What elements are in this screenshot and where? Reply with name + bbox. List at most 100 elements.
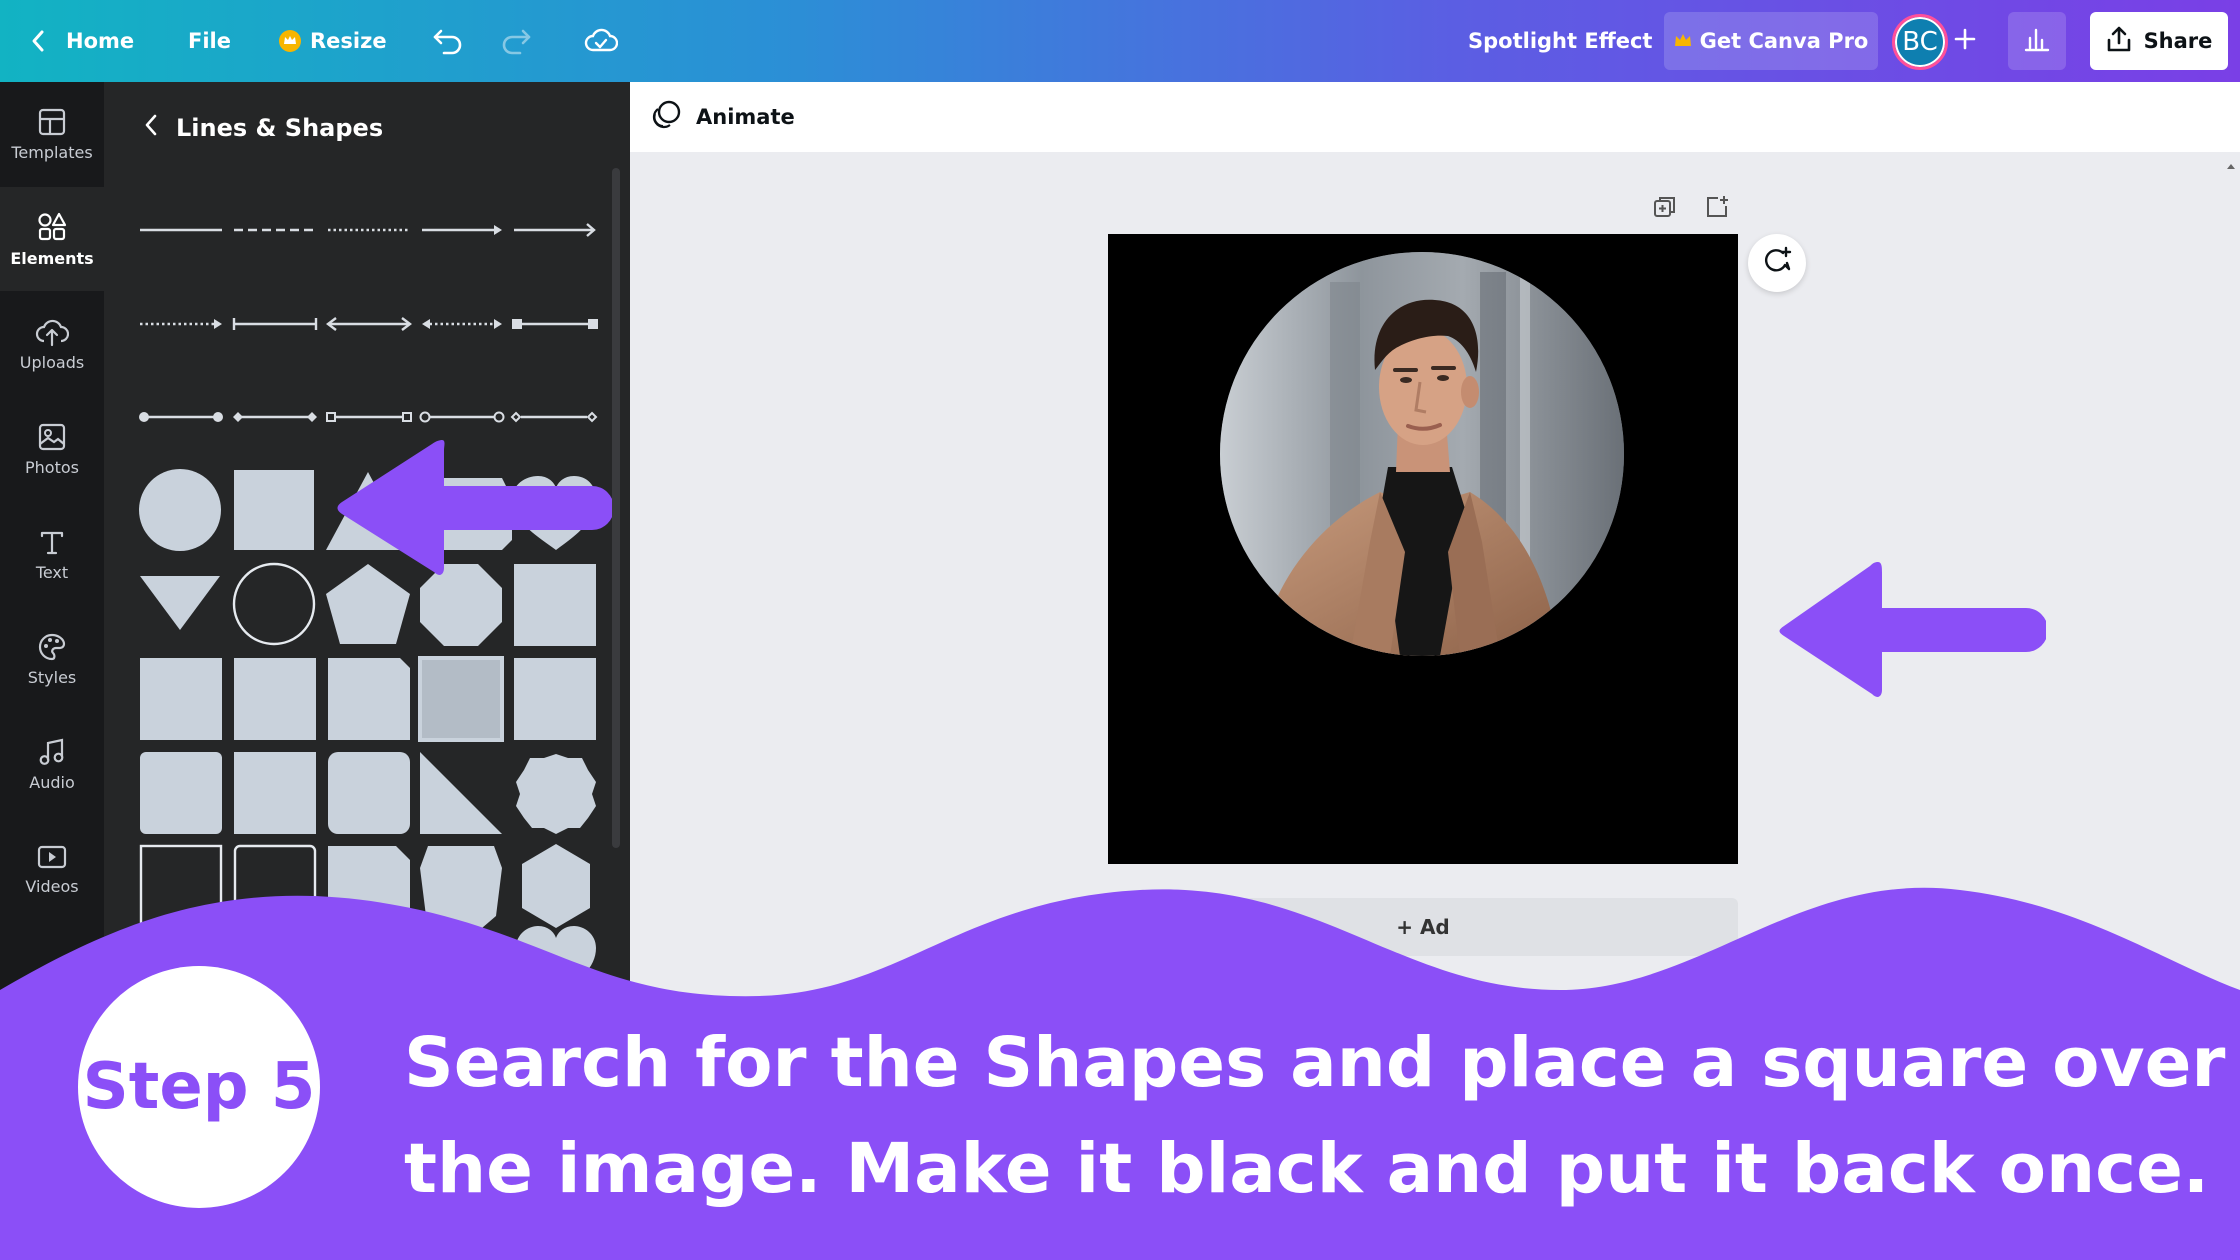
- comment-button[interactable]: [1748, 234, 1806, 292]
- line-open-arrow[interactable]: [514, 223, 596, 237]
- panel-back-button[interactable]: Lines & Shapes: [144, 108, 383, 148]
- avatar[interactable]: BC: [1892, 14, 1948, 70]
- crown-icon: [1674, 29, 1692, 53]
- panel-title: Lines & Shapes: [176, 114, 384, 142]
- shape-square-6[interactable]: [234, 752, 316, 834]
- elements-icon: [36, 211, 68, 243]
- rail-item-label: Templates: [11, 142, 93, 162]
- chevron-left-icon: [144, 113, 158, 143]
- videos-icon: [36, 843, 68, 871]
- line-arrow[interactable]: [422, 225, 502, 235]
- shape-folded-square[interactable]: [328, 658, 410, 740]
- save-status-button[interactable]: [584, 0, 618, 82]
- pointer-arrow-panel: [337, 440, 612, 575]
- templates-icon: [37, 107, 67, 137]
- avatar-initials: BC: [1902, 27, 1938, 57]
- shape-badge[interactable]: [516, 754, 596, 834]
- instruction-caption: Search for the Shapes and place a square…: [404, 1010, 2225, 1222]
- portrait-image: [1220, 252, 1624, 656]
- share-label: Share: [2143, 29, 2213, 53]
- home-label: Home: [66, 29, 135, 53]
- rail-item-elements[interactable]: Elements: [0, 187, 104, 291]
- undo-icon: [432, 27, 464, 55]
- redo-button[interactable]: [500, 0, 532, 82]
- resize-label: Resize: [310, 29, 387, 53]
- caption-line-2: the image. Make it black and put it back…: [404, 1129, 2210, 1209]
- text-icon: [37, 527, 67, 557]
- home-button[interactable]: Home: [30, 0, 134, 82]
- line-dotted-double-arrow[interactable]: [422, 319, 502, 329]
- rail-item-audio[interactable]: Audio: [0, 712, 104, 816]
- line-open-circle-ends[interactable]: [419, 411, 505, 423]
- add-page-icon-button[interactable]: [1702, 194, 1732, 224]
- rail-item-text[interactable]: Text: [0, 502, 104, 606]
- file-menu-button[interactable]: File: [188, 0, 231, 82]
- panel-scrollbar[interactable]: [612, 168, 620, 848]
- line-open-diamond-ends[interactable]: [510, 411, 598, 423]
- bar-chart-icon: [2023, 26, 2051, 57]
- shape-square[interactable]: [234, 470, 314, 550]
- rail-item-label: Styles: [27, 667, 77, 687]
- undo-button[interactable]: [432, 0, 464, 82]
- shape-inverted-triangle[interactable]: [140, 576, 220, 630]
- shape-square-3[interactable]: [140, 658, 222, 740]
- canva-editor-screen: Home File Resize Spotlight Effect Get Ca…: [0, 0, 2240, 1260]
- animate-button[interactable]: Animate: [650, 99, 795, 136]
- rail-item-templates[interactable]: Templates: [0, 82, 104, 186]
- shape-right-triangle[interactable]: [420, 752, 502, 834]
- line-bar-ends[interactable]: [232, 318, 318, 330]
- share-button[interactable]: Share: [2090, 12, 2228, 70]
- shape-circle[interactable]: [139, 469, 221, 551]
- add-page-icon: [1704, 194, 1730, 224]
- shape-framed-square[interactable]: [418, 656, 504, 742]
- line-dot-ends[interactable]: [139, 412, 223, 422]
- design-title-text: Spotlight Effect: [1468, 29, 1653, 53]
- rail-item-label: Text: [35, 562, 69, 582]
- line-dotted-arrow[interactable]: [140, 319, 222, 329]
- share-upload-icon: [2106, 25, 2132, 58]
- insights-button[interactable]: [2008, 12, 2066, 70]
- animate-icon: [650, 99, 682, 136]
- shape-square-4[interactable]: [234, 658, 316, 740]
- rail-item-label: Audio: [29, 772, 75, 792]
- uploads-icon: [35, 317, 69, 347]
- top-bar: Home File Resize Spotlight Effect Get Ca…: [0, 0, 2240, 82]
- duplicate-page-button[interactable]: [1650, 194, 1680, 224]
- audio-icon: [37, 737, 67, 767]
- file-label: File: [188, 29, 231, 53]
- get-canva-pro-label: Get Canva Pro: [1699, 29, 1869, 53]
- cloud-check-icon: [584, 27, 618, 55]
- rail-item-uploads[interactable]: Uploads: [0, 292, 104, 396]
- pointer-arrow-canvas: [1779, 562, 2046, 697]
- lines-row-1: [140, 223, 596, 237]
- styles-icon: [37, 632, 67, 662]
- lines-row-3: [139, 411, 598, 423]
- shape-square-5[interactable]: [514, 658, 596, 740]
- lines-row-2: [140, 317, 598, 331]
- step-badge: Step 5: [78, 966, 320, 1208]
- add-collaborator-button[interactable]: [1954, 0, 1976, 82]
- comment-add-icon: [1761, 245, 1793, 281]
- portrait-photo-circle[interactable]: [1220, 252, 1624, 656]
- animate-label: Animate: [696, 105, 795, 129]
- redo-icon: [500, 27, 532, 55]
- shape-rounded-square[interactable]: [140, 752, 222, 834]
- rail-item-label: Elements: [10, 248, 94, 268]
- resize-button[interactable]: Resize: [278, 0, 387, 82]
- design-title[interactable]: Spotlight Effect: [1468, 0, 1652, 82]
- line-square-ends[interactable]: [512, 319, 598, 329]
- line-open-square-ends[interactable]: [326, 412, 412, 422]
- shape-circle-outline[interactable]: [232, 562, 316, 646]
- line-diamond-ends[interactable]: [233, 412, 317, 422]
- rail-item-styles[interactable]: Styles: [0, 607, 104, 711]
- photos-icon: [37, 422, 67, 452]
- plus-icon: [1954, 28, 1976, 55]
- crown-icon: [278, 29, 302, 53]
- rail-item-photos[interactable]: Photos: [0, 397, 104, 501]
- chevron-left-icon: [30, 29, 46, 53]
- line-double-arrow[interactable]: [326, 317, 412, 331]
- get-canva-pro-button[interactable]: Get Canva Pro: [1664, 12, 1878, 70]
- rail-item-label: Photos: [25, 457, 79, 477]
- shape-rounded-square-2[interactable]: [328, 752, 410, 834]
- step-label: Step 5: [82, 1050, 316, 1124]
